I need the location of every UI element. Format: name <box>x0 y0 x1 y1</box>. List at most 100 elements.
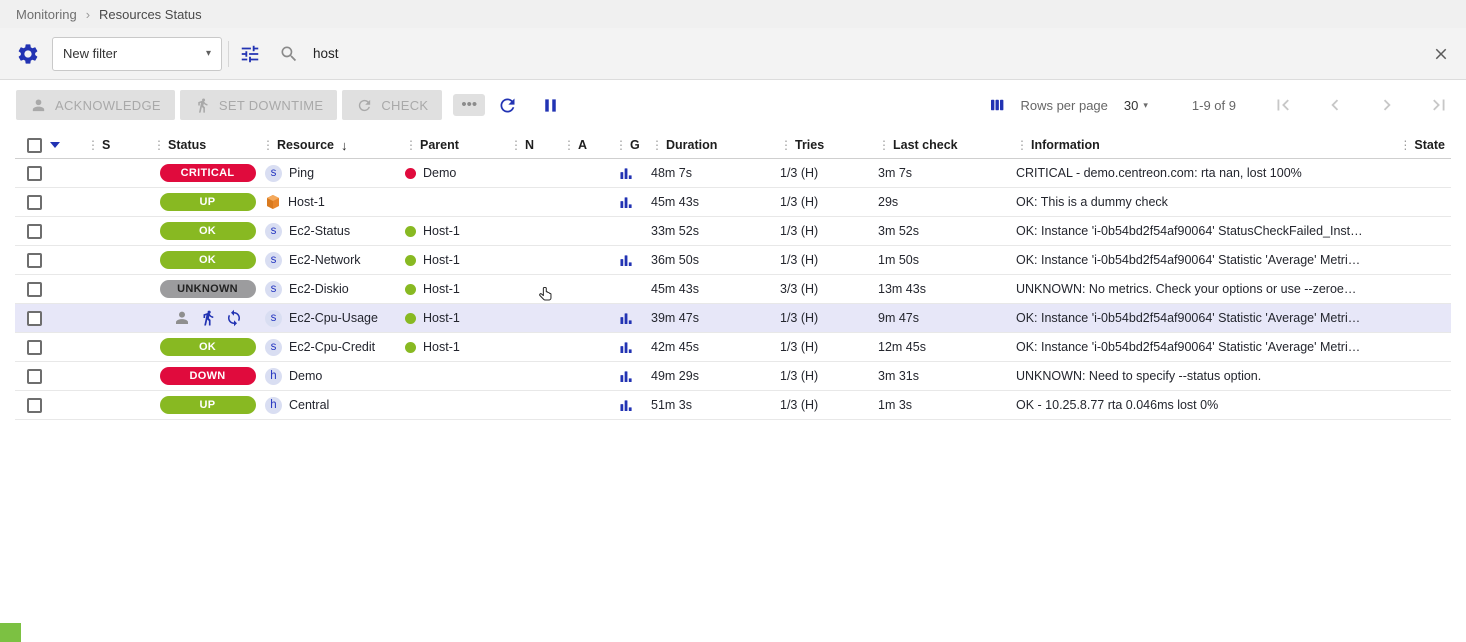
column-header-status[interactable]: Status <box>168 138 206 152</box>
status-badge[interactable]: OK <box>160 251 256 269</box>
column-header-tries[interactable]: Tries <box>795 138 824 152</box>
graph-icon[interactable] <box>615 253 633 267</box>
status-badge[interactable]: UP <box>160 396 256 414</box>
table-row[interactable]: UP h Central 51m 3s 1/3 (H) 1m 3s OK - 1… <box>15 391 1451 420</box>
breadcrumb-monitoring[interactable]: Monitoring <box>16 7 77 22</box>
select-all-dropdown-icon[interactable] <box>50 142 60 148</box>
graph-icon[interactable] <box>615 369 633 383</box>
parent-name[interactable]: Host-1 <box>423 253 460 267</box>
column-drag-handle-icon[interactable]: ⋮ <box>262 138 274 152</box>
column-header-state[interactable]: State <box>1414 138 1445 152</box>
resource-name[interactable]: Demo <box>289 369 322 383</box>
graph-icon[interactable] <box>615 398 633 412</box>
table-row[interactable]: CRITICAL s Ping Demo 48m 7s 1/3 (H) 3m 7… <box>15 159 1451 188</box>
pause-icon[interactable] <box>540 95 561 116</box>
next-page-icon[interactable] <box>1376 94 1398 116</box>
table-row[interactable]: OK s Ec2-Status Host-1 33m 52s 1/3 (H) 3… <box>15 217 1451 246</box>
table-row[interactable]: s Ec2-Cpu-Usage Host-1 39m 47s 1/3 (H) 9… <box>15 304 1451 333</box>
status-badge[interactable]: CRITICAL <box>160 164 256 182</box>
resource-name[interactable]: Ec2-Diskio <box>289 282 349 296</box>
breadcrumb-resources-status[interactable]: Resources Status <box>99 7 202 22</box>
more-actions-icon[interactable]: ••• <box>453 94 485 116</box>
graph-icon[interactable] <box>615 340 633 354</box>
table-row[interactable]: UNKNOWN s Ec2-Diskio Host-1 45m 43s 3/3 … <box>15 275 1451 304</box>
status-badge[interactable]: OK <box>160 338 256 356</box>
clear-search-icon[interactable] <box>1432 45 1450 63</box>
table-row[interactable]: OK s Ec2-Network Host-1 36m 50s 1/3 (H) … <box>15 246 1451 275</box>
resource-name[interactable]: Central <box>289 398 329 412</box>
set-downtime-button[interactable]: SET DOWNTIME <box>180 90 337 120</box>
acknowledge-button[interactable]: ACKNOWLEDGE <box>16 90 175 120</box>
column-drag-handle-icon[interactable]: ⋮ <box>615 138 627 152</box>
check-button[interactable]: CHECK <box>342 90 442 120</box>
last-page-icon[interactable] <box>1428 94 1450 116</box>
graph-icon[interactable] <box>615 195 633 209</box>
row-checkbox[interactable] <box>27 253 42 268</box>
graph-icon[interactable] <box>615 311 633 325</box>
column-header-severity[interactable]: S <box>102 138 110 152</box>
parent-name[interactable]: Host-1 <box>423 224 460 238</box>
filter-preset-select[interactable]: New filter ▾ <box>52 37 222 71</box>
parent-name[interactable]: Demo <box>423 166 456 180</box>
column-header-action[interactable]: A <box>578 138 587 152</box>
row-checkbox[interactable] <box>27 369 42 384</box>
status-badge[interactable]: DOWN <box>160 367 256 385</box>
status-badge[interactable]: UP <box>160 193 256 211</box>
row-checkbox[interactable] <box>27 340 42 355</box>
column-drag-handle-icon[interactable]: ⋮ <box>1016 138 1028 152</box>
rows-per-page-select[interactable]: 30 ▾ <box>1118 97 1154 114</box>
row-checkbox[interactable] <box>27 282 42 297</box>
row-checkbox[interactable] <box>27 166 42 181</box>
graph-cell <box>615 195 648 209</box>
resource-name[interactable]: Ec2-Cpu-Usage <box>289 311 378 325</box>
resource-name[interactable]: Ping <box>289 166 314 180</box>
parent-name[interactable]: Host-1 <box>423 282 460 296</box>
parent-name[interactable]: Host-1 <box>423 340 460 354</box>
settings-gear-icon[interactable] <box>16 42 40 66</box>
parent-name[interactable]: Host-1 <box>423 311 460 325</box>
acknowledged-icon[interactable] <box>173 309 191 327</box>
row-checkbox[interactable] <box>27 195 42 210</box>
first-page-icon[interactable] <box>1272 94 1294 116</box>
status-badge[interactable]: OK <box>160 222 256 240</box>
row-checkbox[interactable] <box>27 311 42 326</box>
tries-value: 1/3 (H) <box>778 369 876 383</box>
column-drag-handle-icon[interactable]: ⋮ <box>1399 138 1411 152</box>
resource-name[interactable]: Ec2-Cpu-Credit <box>289 340 375 354</box>
column-drag-handle-icon[interactable]: ⋮ <box>651 138 663 152</box>
table-row[interactable]: OK s Ec2-Cpu-Credit Host-1 42m 45s 1/3 (… <box>15 333 1451 362</box>
previous-page-icon[interactable] <box>1324 94 1346 116</box>
refresh-icon[interactable] <box>497 95 518 116</box>
column-drag-handle-icon[interactable]: ⋮ <box>405 138 417 152</box>
column-header-notes[interactable]: N <box>525 138 534 152</box>
row-checkbox[interactable] <box>27 224 42 239</box>
resource-name[interactable]: Ec2-Network <box>289 253 361 267</box>
column-header-graph[interactable]: G <box>630 138 640 152</box>
resource-name[interactable]: Host-1 <box>288 195 325 209</box>
row-checkbox[interactable] <box>27 398 42 413</box>
column-drag-handle-icon[interactable]: ⋮ <box>87 138 99 152</box>
column-header-duration[interactable]: Duration <box>666 138 717 152</box>
status-badge[interactable]: UNKNOWN <box>160 280 256 298</box>
resource-name[interactable]: Ec2-Status <box>289 224 350 238</box>
select-all-checkbox[interactable] <box>27 138 42 153</box>
table-row[interactable]: UP Host-1 45m 43s 1/3 (H) 29s OK: This i… <box>15 188 1451 217</box>
in-downtime-icon[interactable] <box>199 309 217 327</box>
advanced-filters-icon[interactable] <box>239 43 261 65</box>
graph-icon[interactable] <box>615 166 633 180</box>
forced-check-icon[interactable] <box>225 309 243 327</box>
column-drag-handle-icon[interactable]: ⋮ <box>878 138 890 152</box>
edit-columns-icon[interactable] <box>988 96 1006 114</box>
column-drag-handle-icon[interactable]: ⋮ <box>780 138 792 152</box>
column-header-resource[interactable]: Resource <box>277 138 334 152</box>
column-header-last-check[interactable]: Last check <box>893 138 958 152</box>
table-row[interactable]: DOWN h Demo 49m 29s 1/3 (H) 3m 31s UNKNO… <box>15 362 1451 391</box>
search-input[interactable] <box>311 45 1432 62</box>
column-header-information[interactable]: Information <box>1031 138 1100 152</box>
column-drag-handle-icon[interactable]: ⋮ <box>510 138 522 152</box>
column-drag-handle-icon[interactable]: ⋮ <box>153 138 165 152</box>
column-drag-handle-icon[interactable]: ⋮ <box>563 138 575 152</box>
column-header-parent[interactable]: Parent <box>420 138 459 152</box>
bottom-left-widget[interactable] <box>0 623 21 642</box>
sort-desc-icon[interactable]: ↓ <box>341 138 348 153</box>
